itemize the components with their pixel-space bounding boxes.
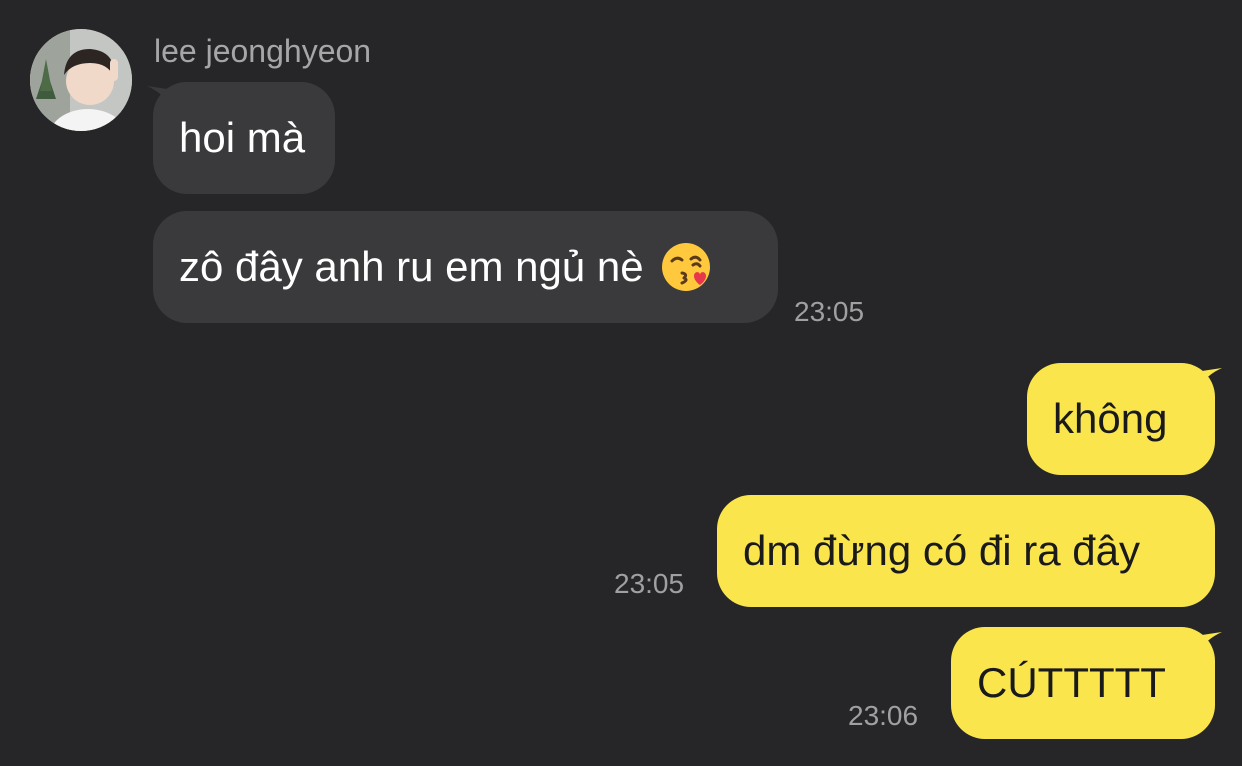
avatar-photo-icon bbox=[30, 29, 132, 131]
sender-avatar[interactable] bbox=[30, 29, 132, 131]
kissing-face-heart-emoji-icon bbox=[660, 241, 712, 293]
message-text: hoi mà bbox=[179, 114, 306, 161]
message-timestamp: 23:05 bbox=[614, 568, 685, 599]
message-text: dm đừng có đi ra đây bbox=[743, 527, 1140, 574]
message-text: CÚTTTTT bbox=[977, 659, 1166, 706]
message-bubble-incoming[interactable]: hoi mà bbox=[153, 82, 335, 194]
message-text: zô đây anh ru em ngủ nè bbox=[179, 243, 644, 290]
message-bubble-incoming[interactable]: zô đây anh ru em ngủ nè bbox=[153, 211, 778, 323]
message-bubble-outgoing[interactable]: không bbox=[1027, 363, 1215, 475]
sender-name: lee jeonghyeon bbox=[154, 33, 372, 69]
message-bubble-outgoing[interactable]: CÚTTTTT bbox=[951, 627, 1215, 739]
message-bubble-outgoing[interactable]: dm đừng có đi ra đây bbox=[717, 495, 1215, 607]
message-timestamp: 23:06 bbox=[848, 700, 919, 731]
chat-screen: lee jeonghyeon hoi mà zô đây anh ru em n… bbox=[0, 0, 1242, 766]
message-text: không bbox=[1053, 395, 1168, 442]
message-timestamp: 23:05 bbox=[794, 296, 865, 327]
